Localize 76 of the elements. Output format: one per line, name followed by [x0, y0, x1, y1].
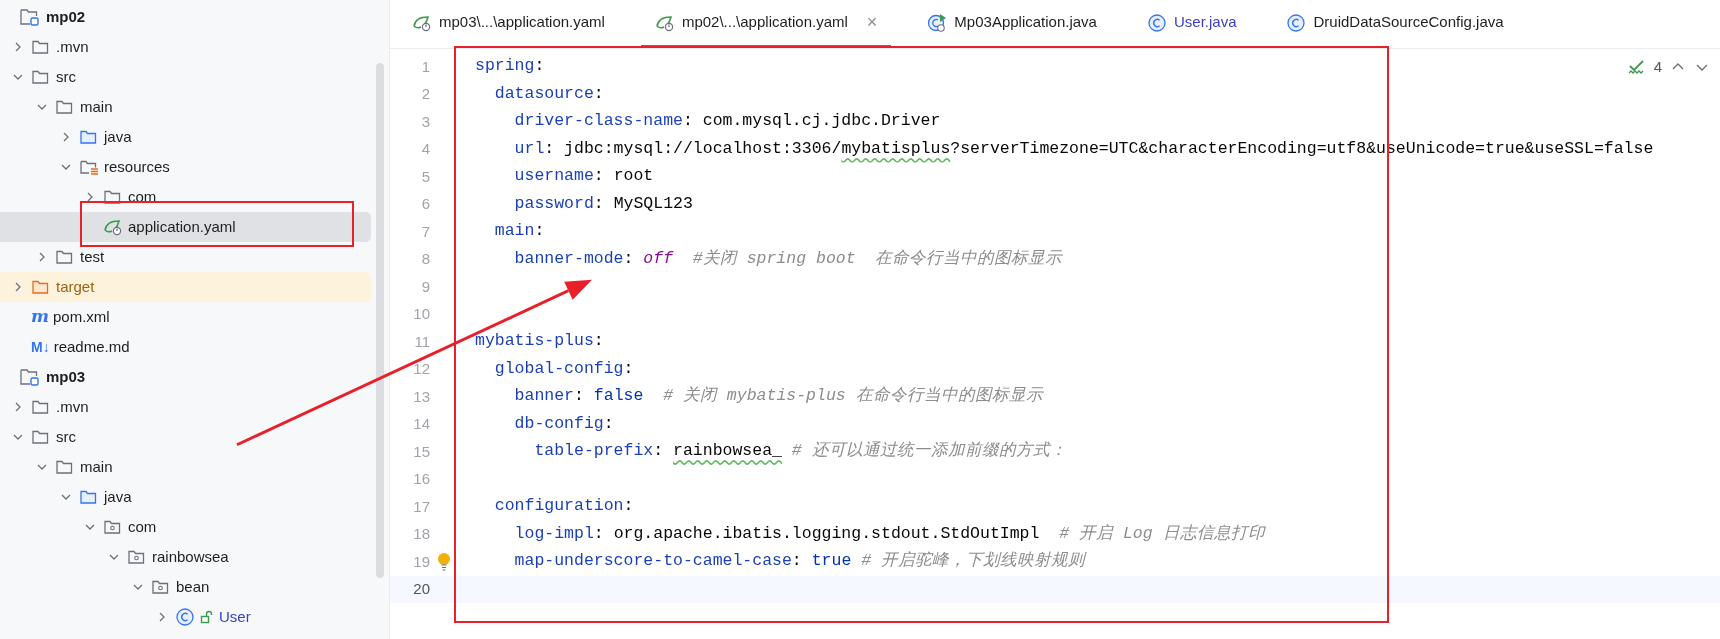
spring-leaf-icon [103, 218, 123, 236]
line-number: 17 [412, 496, 430, 517]
line-number: 3 [420, 111, 430, 132]
tree-item[interactable]: main [0, 92, 371, 122]
code-line: configuration: [493, 495, 634, 518]
tree-item[interactable]: User [0, 602, 371, 632]
markdown-file-icon: M↓ [31, 336, 50, 358]
check-icon [1627, 59, 1646, 76]
code-line: log-impl: org.apache.ibatis.logging.stdout.StdOutImpl # 开启 Log 日志信息打印 [513, 522, 1265, 545]
tree-item[interactable]: .mvn [0, 32, 371, 62]
maven-file-icon: m [31, 304, 49, 330]
tree-item[interactable]: .mvn [0, 392, 371, 422]
tree-item[interactable]: test [0, 242, 371, 272]
line-number: 4 [420, 139, 430, 159]
tree-item[interactable]: m pom.xml [0, 302, 371, 332]
line-number: 2 [420, 84, 430, 104]
line-number: 19 [412, 551, 430, 572]
tree-item[interactable]: java [0, 122, 371, 152]
tree-item[interactable]: rainbowsea [0, 542, 371, 572]
line-number: 14 [412, 414, 430, 434]
code-line: password: MySQL123 [513, 192, 693, 215]
tree-item[interactable]: com [0, 512, 371, 542]
code-line: global-config: [493, 357, 634, 380]
spring-class-icon [927, 12, 948, 33]
editor-tab[interactable]: mp03\...\application.yaml [398, 0, 619, 48]
tree-item[interactable]: target [0, 272, 371, 302]
editor-tab[interactable]: User.java [1132, 0, 1251, 48]
tree-item[interactable]: java [0, 482, 371, 512]
editor-tab[interactable]: mp02\...\application.yaml × [640, 0, 892, 48]
line-number: 5 [420, 166, 430, 187]
line-number: 16 [412, 469, 430, 489]
scrollbar-thumb[interactable] [376, 63, 384, 578]
code-line: banner-mode: off #关闭 spring boot 在命令行当中的图标显示 [513, 247, 1063, 270]
code-line: datasource: [493, 82, 604, 105]
editor-tab[interactable]: DruidDataSourceConfig.java [1272, 0, 1518, 48]
code-line: banner: false # 关闭 mybatis-plus 在命令行当中的图标显示 [513, 385, 1043, 408]
spring-leaf-icon [654, 13, 675, 32]
code-line: db-config: [513, 412, 614, 435]
line-number: 18 [412, 524, 430, 544]
module-item[interactable]: mp03 [0, 362, 371, 392]
spring-leaf-icon [412, 13, 432, 32]
line-number: 11 [413, 331, 430, 352]
line-number: 7 [420, 221, 430, 242]
unlocked-padlock-icon [200, 610, 214, 624]
tree-item[interactable]: M↓ readme.md [0, 332, 371, 362]
module-folder-icon [19, 367, 41, 387]
class-icon [1286, 12, 1307, 33]
code-line: spring: [475, 55, 545, 78]
module-folder-icon [19, 7, 41, 27]
tree-item[interactable]: src [0, 62, 371, 92]
tree-item[interactable]: application.yaml [0, 212, 371, 242]
line-number: 12 [412, 359, 430, 379]
line-number: 1 [420, 56, 430, 77]
code-line: main: [493, 220, 545, 243]
tree-item[interactable]: src [0, 422, 371, 452]
line-number: 15 [412, 441, 430, 462]
line-number: 10 [412, 304, 430, 324]
editor-tab[interactable]: Mp03Application.java [913, 0, 1111, 48]
code-line: mybatis-plus: [475, 330, 604, 353]
inspection-count: 4 [1653, 57, 1662, 77]
code-line: username: root [513, 165, 654, 188]
module-item[interactable]: mp02 [0, 2, 371, 32]
tree-item[interactable]: resources [0, 152, 371, 182]
line-number: 6 [420, 194, 430, 214]
line-number: 20 [412, 579, 430, 599]
code-line: table-prefix: rainbowsea_ # 还可以通过统一添加前缀的方式： [533, 440, 1067, 463]
code-line: map-underscore-to-camel-case: true # 开启驼峰，下划线映射规则 [513, 550, 1085, 573]
tree-item[interactable]: bean [0, 572, 371, 602]
class-icon [1146, 12, 1167, 33]
tree-item[interactable]: main [0, 452, 371, 482]
line-number: 13 [412, 386, 430, 407]
class-icon [175, 607, 195, 627]
code-line: driver-class-name: com.mysql.cj.jdbc.Driver [513, 110, 941, 133]
lightbulb-icon [436, 551, 452, 572]
line-number: 9 [420, 276, 430, 297]
line-number: 8 [420, 249, 430, 269]
